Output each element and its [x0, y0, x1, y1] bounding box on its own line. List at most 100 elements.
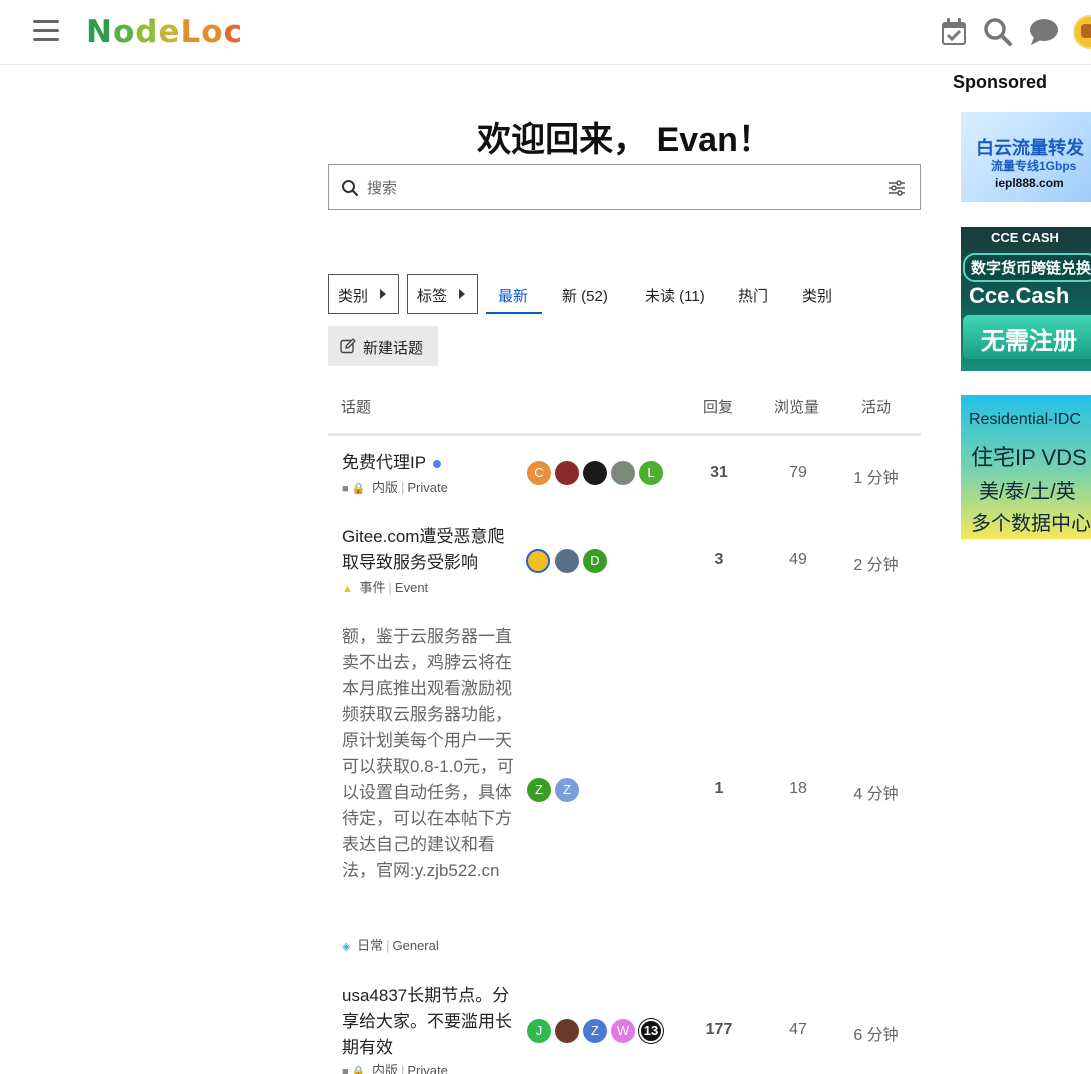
poster-avatar[interactable]: J	[527, 1019, 551, 1043]
poster-avatar[interactable]: D	[583, 549, 607, 573]
tab-top[interactable]: 热门	[738, 285, 768, 306]
category-name-en: Private	[407, 1063, 448, 1074]
category-name-en: General	[392, 938, 439, 953]
tab-latest[interactable]: 最新	[498, 285, 528, 306]
new-topic-label: 新建话题	[363, 340, 424, 357]
welcome-heading: 欢迎回来， Evan！	[477, 121, 772, 159]
reply-count[interactable]: 3	[689, 551, 749, 569]
ad-banner-residential-idc[interactable]: Residential-IDC 住宅IP VDS 美/泰/土/英 多个数据中心	[961, 395, 1091, 539]
unread-dot	[433, 459, 442, 468]
tab-unread[interactable]: 未读 (11)	[645, 285, 705, 306]
poster-avatar[interactable]: 13	[639, 1019, 663, 1043]
tags-dropdown-label: 标签	[417, 288, 448, 305]
lock-icon: 🔒	[351, 483, 366, 495]
search-bar	[328, 164, 921, 210]
category-name: 内版	[371, 480, 398, 495]
poster-avatar[interactable]	[555, 549, 579, 573]
topic-title-link[interactable]: Gitee.com遭受恶意爬取导致服务受影响	[342, 524, 514, 576]
reply-count[interactable]: 1	[689, 780, 749, 798]
categories-dropdown-label: 类别	[338, 288, 369, 305]
active-tab-indicator	[486, 312, 542, 314]
tab-new[interactable]: 新 (52)	[562, 285, 608, 306]
ad-line: CCE CASH	[991, 230, 1059, 245]
tab-categories[interactable]: 类别	[802, 285, 832, 306]
site-logo[interactable]: NodeLoc	[86, 14, 243, 50]
ad-line: 数字货币跨链兑换	[963, 253, 1091, 282]
poster-avatar[interactable]	[583, 461, 607, 485]
column-header-topic[interactable]: 话题	[341, 396, 371, 417]
topic-category[interactable]: ■ 🔒 内版 | Private	[342, 477, 448, 496]
poster-avatar[interactable]	[526, 549, 550, 573]
category-badge-icon: ■	[342, 1066, 349, 1074]
activity-time[interactable]: 1 分钟	[836, 464, 916, 488]
category-badge-icon: ◈	[342, 941, 351, 953]
topic-category[interactable]: ▲ 事件 | Event	[342, 577, 428, 596]
ad-line: 无需注册	[981, 328, 1077, 355]
view-count: 18	[789, 780, 807, 797]
poster-avatar[interactable]: C	[527, 461, 551, 485]
ad-line: 住宅IP VDS	[971, 445, 1087, 470]
category-name: 内版	[371, 1063, 398, 1074]
poster-avatar[interactable]: L	[639, 461, 663, 485]
column-header-replies[interactable]: 回复	[703, 396, 733, 417]
caret-right-icon	[459, 289, 465, 299]
poster-avatar[interactable]: W	[611, 1019, 635, 1043]
table-header-divider	[328, 433, 921, 436]
activity-time[interactable]: 4 分钟	[836, 780, 916, 804]
reply-count[interactable]: 177	[689, 1021, 749, 1039]
ad-line: iepl888.com	[995, 176, 1064, 190]
chat-bubble-icon[interactable]	[1029, 16, 1059, 48]
topic-category[interactable]: ■ 🔒 内版 | Private	[342, 1060, 448, 1074]
ad-line: 美/泰/土/英	[979, 481, 1076, 503]
view-count: 79	[789, 464, 807, 481]
pencil-square-icon	[340, 338, 356, 354]
poster-avatar[interactable]	[555, 461, 579, 485]
ad-line: Residential-IDC	[969, 411, 1082, 428]
category-name: 事件	[359, 580, 386, 595]
ad-line: 多个数据中心	[971, 513, 1091, 535]
poster-avatar[interactable]	[555, 1019, 579, 1043]
ad-banner-cce-cash[interactable]: CCE CASH 数字货币跨链兑换 Cce.Cash 无需注册	[961, 227, 1091, 371]
user-avatar[interactable]	[1073, 15, 1091, 49]
search-filter-icon[interactable]	[888, 179, 906, 197]
activity-time[interactable]: 6 分钟	[836, 1021, 916, 1045]
table-row[interactable]: Gitee.com遭受恶意爬取导致服务受影响 ▲ 事件 | Event D 3 49…	[328, 524, 921, 596]
column-header-activity[interactable]: 活动	[861, 396, 891, 417]
view-count: 47	[789, 1021, 807, 1038]
ad-cta: 无需注册	[963, 315, 1091, 359]
ad-banner-iepl[interactable]: 白云流量转发 流量专线1Gbps iepl888.com	[961, 112, 1091, 202]
poster-avatar[interactable]: Z	[555, 778, 579, 802]
category-name-en: Private	[407, 480, 448, 495]
calendar-check-icon[interactable]	[939, 16, 969, 48]
table-row[interactable]: 额，鉴于云服务器一直卖不出去，鸡脖云将在本月底推出观看激励视频获取云服务器功能，…	[328, 624, 921, 954]
lock-icon: 🔒	[351, 1066, 366, 1074]
topic-title-link[interactable]: 额，鉴于云服务器一直卖不出去，鸡脖云将在本月底推出观看激励视频获取云服务器功能，…	[342, 624, 514, 884]
search-icon[interactable]	[983, 16, 1013, 48]
category-name: 日常	[357, 938, 384, 953]
category-badge-icon: ▲	[342, 583, 353, 595]
activity-time[interactable]: 2 分钟	[836, 551, 916, 575]
caret-right-icon	[380, 289, 386, 299]
new-topic-button[interactable]: 新建话题	[328, 326, 438, 366]
search-input[interactable]	[367, 175, 867, 201]
topic-title-link[interactable]: usa4837长期节点。分享给大家。不要滥用长期有效	[342, 983, 514, 1061]
topic-category[interactable]: ◈ 日常 | General	[342, 935, 439, 954]
search-icon	[342, 180, 359, 197]
topic-title-text: 免费代理IP	[342, 453, 427, 472]
category-name-en: Event	[394, 580, 429, 595]
view-count: 49	[789, 551, 807, 568]
poster-avatar[interactable]	[611, 461, 635, 485]
poster-avatar[interactable]: Z	[527, 778, 551, 802]
table-row[interactable]: usa4837长期节点。分享给大家。不要滥用长期有效 ■ 🔒 内版 | Private…	[328, 983, 921, 1074]
menu-icon[interactable]	[33, 20, 59, 44]
site-header: NodeLoc	[0, 0, 1091, 65]
tags-dropdown[interactable]: 标签	[407, 274, 478, 314]
column-header-views[interactable]: 浏览量	[774, 396, 819, 417]
sponsored-title: Sponsored	[953, 72, 1048, 92]
categories-dropdown[interactable]: 类别	[328, 274, 399, 314]
reply-count[interactable]: 31	[689, 464, 749, 482]
table-row[interactable]: 免费代理IP ■ 🔒 内版 | Private C L 31 79 1 分钟	[328, 450, 921, 500]
ad-line: Cce.Cash	[969, 283, 1070, 308]
category-badge-icon: ■	[342, 483, 349, 495]
poster-avatar[interactable]: Z	[583, 1019, 607, 1043]
